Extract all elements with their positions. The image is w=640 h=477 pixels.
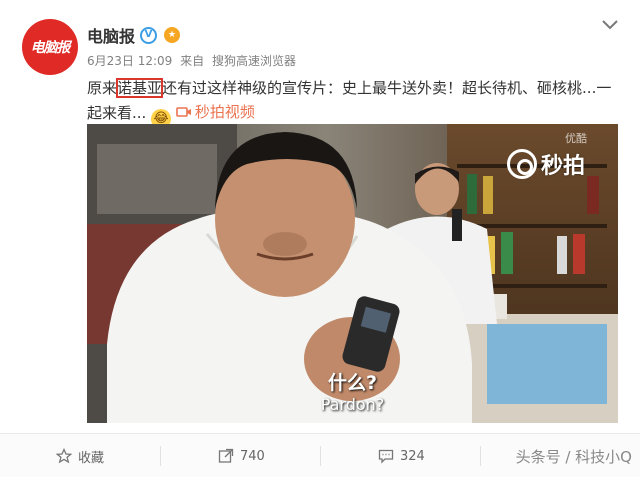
subtitle-english: Pardon? [320,395,385,414]
video-camera-icon [176,107,191,117]
repost-button[interactable]: 740 [218,434,265,477]
video-watermark: 秒拍 [507,148,585,180]
repost-icon [218,448,234,463]
avatar[interactable]: 电脑报 [22,19,78,75]
video-link-label: 秒拍视频 [194,103,255,121]
post-text: 原来诺基亚还有过这样神级的宣传片：史上最牛送外卖！超长待机、砸核桃...一起来看… [87,76,617,129]
author-name[interactable]: 电脑报 [87,23,135,47]
favorite-label: 收藏 [78,450,105,466]
avatar-logo-text: 电脑报 [30,40,71,56]
miaopai-logo-icon [507,149,537,179]
source-prefix: 来自 [180,54,205,68]
watermark-text: 秒拍 [541,154,586,179]
author-row: 电脑报 V ★ [87,23,181,47]
highlighted-keyword: 诺基亚 [116,78,164,98]
post-action-bar: 收藏 740 324 头条号 / 科技小Q [0,433,640,477]
verified-icon[interactable]: V [140,26,158,44]
video-link[interactable]: 秒拍视频 [176,100,255,124]
comment-button[interactable]: 324 [378,434,425,477]
subtitle-chinese: 什么? [327,372,378,394]
post-text-before: 原来 [87,79,118,97]
post-date[interactable]: 6月23日 12:09 [87,54,172,68]
divider [320,446,321,466]
medal-icon[interactable]: ★ [164,27,181,43]
divider [480,446,481,466]
chevron-down-icon[interactable] [601,18,619,32]
post-source[interactable]: 搜狗高速浏览器 [212,54,296,68]
comment-count: 324 [400,448,425,464]
post-meta: 6月23日 12:09 来自 搜狗高速浏览器 [87,52,300,69]
watermark-small: 优酷 [565,132,587,145]
video-player[interactable]: 优酷 秒拍 什么? Pardon? [87,124,618,423]
star-icon [56,448,72,464]
favorite-button[interactable]: 收藏 [56,434,104,477]
comment-icon [378,449,394,464]
weibo-post-card: 电脑报 电脑报 V ★ 6月23日 12:09 来自 搜狗高速浏览器 原来诺基亚… [0,0,640,477]
source-credit: 头条号 / 科技小Q [515,448,632,466]
divider [160,446,161,466]
repost-count: 740 [240,448,265,464]
